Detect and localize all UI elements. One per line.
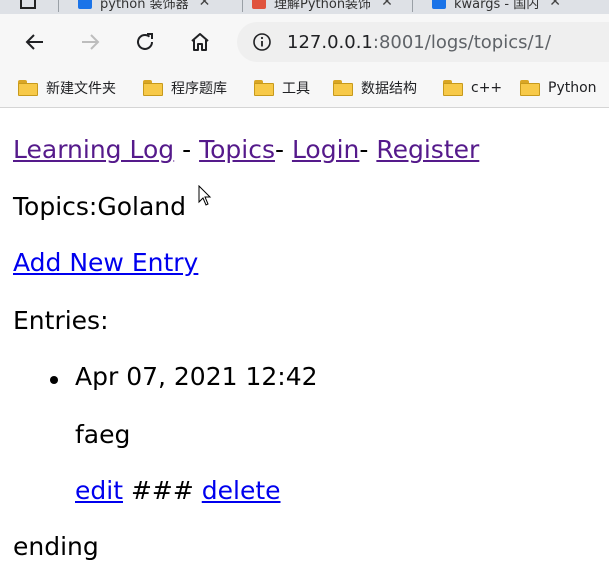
bing-icon	[432, 0, 446, 9]
url-text[interactable]: 127.0.0.1:8001/logs/topics/1/	[287, 32, 551, 53]
tab-label: python 装饰器	[100, 0, 189, 12]
close-icon[interactable]: ✕	[381, 0, 393, 10]
csdn-icon	[252, 0, 266, 9]
bookmark-folder[interactable]: 新建文件夹	[18, 76, 116, 100]
bookmark-label: 数据结构	[361, 81, 417, 97]
register-link[interactable]: Register	[376, 135, 479, 164]
nav-separator: -	[274, 135, 292, 164]
bing-icon	[78, 0, 92, 9]
folder-icon	[443, 80, 463, 96]
add-entry-line: Add New Entry	[13, 248, 198, 277]
tab-understand-python[interactable]: 理解Python装饰 ✕	[252, 0, 393, 12]
bookmarks-bar: 新建文件夹 程序题库 工具 数据结构 c++ Python	[0, 70, 609, 108]
topic-name: Goland	[97, 192, 186, 221]
folder-icon	[254, 80, 274, 96]
home-button[interactable]	[184, 26, 216, 58]
learning-log-link[interactable]: Learning Log	[13, 135, 174, 164]
topic-heading: Topics:Goland	[13, 192, 186, 221]
reload-button[interactable]	[129, 26, 161, 58]
bookmark-label: 工具	[282, 81, 310, 97]
nav-separator: -	[174, 135, 200, 164]
folder-icon	[520, 80, 540, 96]
back-button[interactable]	[19, 26, 51, 58]
bookmark-folder[interactable]: c++	[443, 76, 502, 100]
bookmark-label: 新建文件夹	[46, 81, 116, 97]
login-link[interactable]: Login	[292, 135, 359, 164]
entries-label: Entries:	[13, 306, 109, 335]
tab-strip: python 装饰器 ✕ 理解Python装饰 ✕ kwargs - 国内 ✕	[0, 0, 609, 14]
arrow-left-icon	[25, 34, 43, 50]
url-host: 127.0.0.1	[287, 31, 373, 53]
nav-separator: -	[359, 135, 377, 164]
home-icon	[191, 33, 209, 51]
bookmark-folder[interactable]: 程序题库	[143, 76, 227, 100]
ending-text: ending	[13, 532, 99, 561]
entry-date: Apr 07, 2021 12:42	[75, 362, 318, 391]
bookmark-label: 程序题库	[171, 81, 227, 97]
app-icon	[20, 0, 36, 9]
folder-icon	[18, 80, 38, 96]
browser-toolbar: 127.0.0.1:8001/logs/topics/1/	[0, 14, 609, 70]
add-new-entry-link[interactable]: Add New Entry	[13, 248, 198, 277]
bookmark-folder[interactable]: 数据结构	[333, 76, 417, 100]
close-icon[interactable]: ✕	[549, 0, 561, 10]
bookmark-label: Python	[548, 80, 597, 96]
tab-label: kwargs - 国内	[454, 0, 540, 12]
address-bar[interactable]: 127.0.0.1:8001/logs/topics/1/	[237, 22, 609, 62]
folder-icon	[143, 80, 163, 96]
tab-kwargs[interactable]: kwargs - 国内 ✕	[432, 0, 561, 12]
tab-label: 理解Python装饰	[274, 0, 372, 12]
delete-entry-link[interactable]: delete	[202, 476, 281, 505]
url-path: :8001/logs/topics/1/	[372, 31, 552, 53]
tab-separator	[412, 0, 413, 12]
forward-button[interactable]	[74, 26, 106, 58]
reload-icon	[137, 33, 153, 50]
folder-icon	[333, 80, 353, 96]
info-icon[interactable]	[251, 31, 273, 53]
site-nav: Learning Log - Topics- Login- Register	[13, 135, 479, 164]
edit-entry-link[interactable]: edit	[75, 476, 123, 505]
action-separator: ###	[123, 476, 202, 505]
topic-prefix: Topics:	[13, 192, 98, 221]
tab-python-decorator[interactable]: python 装饰器 ✕	[78, 0, 210, 12]
topics-link[interactable]: Topics	[199, 135, 275, 164]
entry-text: faeg	[75, 420, 131, 449]
list-bullet	[50, 376, 58, 384]
arrow-right-icon	[82, 34, 100, 50]
entry-actions: edit ### delete	[75, 476, 281, 505]
tab-partial-left[interactable]	[20, 0, 36, 12]
close-icon[interactable]: ✕	[199, 0, 211, 10]
mouse-cursor-icon	[198, 185, 212, 206]
page-content: Learning Log - Topics- Login- Register T…	[0, 108, 609, 586]
bookmark-label: c++	[471, 80, 503, 96]
tab-separator	[242, 0, 243, 12]
tab-separator	[58, 0, 59, 12]
bookmark-folder[interactable]: Python	[520, 76, 597, 100]
bookmark-folder[interactable]: 工具	[254, 76, 310, 100]
